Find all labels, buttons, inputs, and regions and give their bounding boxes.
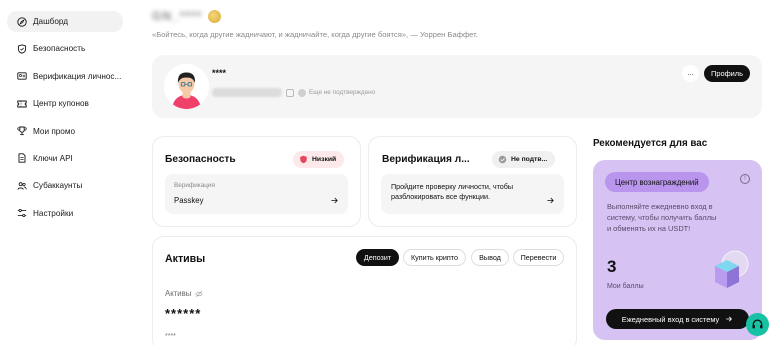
sliders-icon (17, 209, 27, 218)
tab-transfer[interactable]: Перевести (513, 249, 564, 266)
sidebar-item-label: Центр купонов (33, 99, 89, 109)
points-label: Мои баллы (607, 283, 644, 290)
trophy-icon (17, 126, 27, 136)
sidebar-item-subaccounts[interactable]: Субаккаунты (7, 175, 123, 196)
sidebar-item-label: Субаккаунты (33, 181, 83, 191)
security-title: Безопасность (165, 154, 236, 165)
security-level-text: Низкий (312, 156, 337, 163)
verification-status-badge: Еще не подтверждено (298, 88, 376, 97)
sidebar-item-label: Настройки (33, 208, 74, 218)
sidebar-nav: Дашборд Безопасность Верификация личнос.… (7, 11, 123, 230)
motivational-quote: «Бойтесь, когда другие жадничают, и жадн… (152, 30, 478, 39)
masked-username: GN_**** (152, 9, 203, 23)
method-caption: Верификация (174, 182, 215, 189)
rewards-card[interactable]: Центр вознаграждений ! Выполняйте ежедне… (593, 160, 762, 340)
recommended-title: Рекомендуется для вас (593, 138, 708, 149)
coupon-icon (17, 100, 27, 108)
id-card-icon (17, 72, 27, 80)
moon-icon (208, 9, 222, 23)
balance-sub-masked: **** (165, 333, 176, 340)
balance-label-row: Активы (165, 289, 203, 298)
verification-title: Верификация л... (382, 154, 470, 165)
balance-masked: ****** (165, 306, 202, 321)
verification-status-pill: Не подтв... (492, 151, 556, 168)
avatar-illustration (164, 64, 209, 109)
sidebar-item-identity[interactable]: Верификация личнос... (7, 66, 123, 87)
sidebar-item-settings[interactable]: Настройки (7, 203, 123, 224)
passkey-method-item[interactable]: Верификация Passkey (165, 174, 348, 214)
rewards-description: Выполняйте ежедневно вход в систему, что… (607, 202, 717, 233)
tab-withdraw[interactable]: Вывод (471, 249, 509, 266)
sidebar-item-coupons[interactable]: Центр купонов (7, 93, 123, 114)
tab-deposit[interactable]: Депозит (356, 249, 399, 266)
assets-title: Активы (165, 253, 206, 265)
greeting-row: GN_**** (152, 8, 478, 24)
shield-icon (17, 44, 27, 54)
check-shield-icon (498, 155, 507, 164)
sidebar-item-label: Ключи API (33, 153, 73, 163)
security-level-badge: Низкий (293, 151, 345, 168)
shield-alert-icon (300, 155, 307, 164)
verification-prompt-item[interactable]: Пройдите проверку личности, чтобы разбло… (381, 174, 564, 214)
compass-icon (17, 16, 27, 27)
rewards-cube-illustration (715, 250, 749, 288)
verification-description: Пройдите проверку личности, чтобы разбло… (391, 182, 514, 201)
daily-checkin-label: Ежедневный вход в систему (621, 314, 720, 324)
arrow-right-icon (547, 197, 554, 204)
sidebar-item-security[interactable]: Безопасность (7, 38, 123, 59)
unverified-icon (298, 88, 306, 97)
security-card: Безопасность Низкий Верификация Passkey (152, 136, 361, 227)
profile-card: **** Еще не подтверждено ... Профиль (152, 55, 762, 118)
points-value: 3 (607, 257, 617, 276)
eye-off-icon[interactable] (195, 290, 203, 298)
verification-card: Верификация л... Не подтв... Пройдите пр… (368, 136, 577, 227)
sidebar-item-api-keys[interactable]: Ключи API (7, 148, 123, 169)
balance-label: Активы (165, 289, 192, 298)
arrow-right-icon (726, 316, 733, 322)
document-icon (18, 153, 26, 164)
masked-nickname: **** (212, 68, 227, 78)
masked-uid (212, 88, 282, 97)
sidebar-item-label: Дашборд (33, 17, 69, 26)
verification-status-text: Еще не подтверждено (309, 89, 376, 96)
dashboard-header: GN_**** «Бойтесь, когда другие жадничают… (152, 8, 478, 39)
copy-icon[interactable] (286, 88, 294, 97)
info-icon[interactable]: ! (740, 174, 750, 184)
daily-checkin-button[interactable]: Ежедневный вход в систему (606, 309, 749, 329)
profile-button[interactable]: Профиль (704, 65, 750, 82)
verification-status-pill-text: Не подтв... (511, 156, 548, 163)
uid-row: Еще не подтверждено (212, 88, 375, 97)
arrow-right-icon (331, 197, 338, 204)
headset-icon (752, 319, 763, 329)
sidebar-item-label: Мои промо (33, 126, 76, 136)
assets-card: Активы Депозит Купить крипто Вывод Перев… (152, 236, 577, 345)
rewards-center-badge[interactable]: Центр вознаграждений (605, 172, 709, 192)
more-options-button[interactable]: ... (682, 65, 699, 82)
sidebar-item-dashboard[interactable]: Дашборд (7, 11, 123, 32)
method-value: Passkey (174, 196, 204, 205)
sidebar-item-label: Безопасность (33, 44, 86, 54)
support-chat-button[interactable] (746, 313, 769, 336)
tab-buy-crypto[interactable]: Купить крипто (403, 249, 466, 266)
users-icon (17, 182, 27, 190)
sidebar-item-label: Верификация личнос... (33, 71, 122, 81)
avatar[interactable] (164, 64, 209, 109)
sidebar-item-promo[interactable]: Мои промо (7, 121, 123, 142)
